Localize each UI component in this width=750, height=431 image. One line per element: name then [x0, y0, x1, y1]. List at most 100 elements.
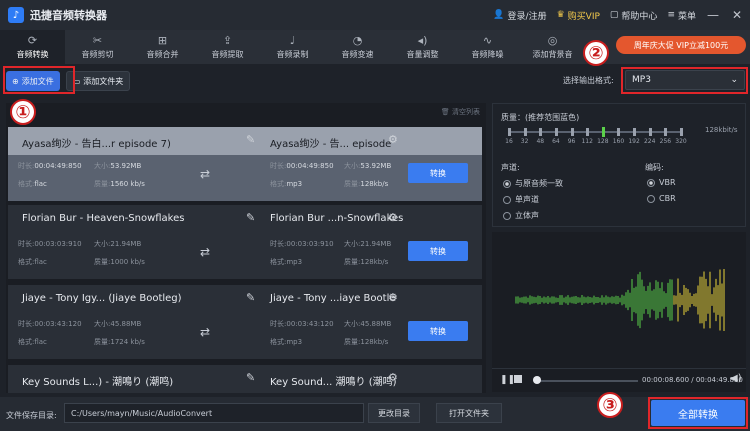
encoding-title: 编码: — [645, 163, 664, 172]
edit-icon[interactable]: ✎ — [246, 133, 255, 146]
refresh-icon: ⟳ — [27, 33, 38, 47]
list-item[interactable]: Ayasa绚沙 - 告白...r episode 7) ✎ Ayasa绚沙 - … — [8, 127, 482, 201]
open-folder-button[interactable]: 打开文件夹 — [436, 403, 502, 423]
bitrate-tick[interactable] — [523, 128, 527, 136]
bitrate-tick[interactable] — [664, 128, 668, 136]
bitrate-tick-label: 48 — [536, 138, 545, 145]
bitrate-tick[interactable] — [617, 128, 621, 136]
buy-vip-button[interactable]: ♛ 购买VIP — [557, 9, 600, 22]
source-quality: 质量:1000 kb/s — [94, 258, 145, 266]
stop-icon[interactable] — [514, 375, 522, 383]
source-size: 大小:21.94MB — [94, 240, 142, 248]
playback-progress-track[interactable] — [534, 380, 638, 382]
tab-volume-adjust[interactable]: ◂) 音量调整 — [390, 30, 455, 64]
change-directory-button[interactable]: 更改目录 — [368, 403, 420, 423]
pause-icon[interactable]: ❚❚ — [500, 375, 515, 385]
help-center-button[interactable]: ▢ 帮助中心 — [610, 9, 658, 22]
output-format: 格式:mp3 — [270, 258, 303, 266]
output-duration: 时长:00:04:49:850 — [270, 162, 334, 170]
output-size: 大小:53.92MB — [344, 162, 392, 170]
close-button[interactable]: ✕ — [730, 8, 744, 22]
radio-dot — [503, 179, 511, 188]
bitrate-tick-label: 224 — [643, 138, 656, 145]
tab-audio-speed[interactable]: ◔ 音频变速 — [325, 30, 390, 64]
tab-audio-cut[interactable]: ✂ 音频剪切 — [65, 30, 130, 64]
radio-dot — [647, 178, 655, 187]
playback-progress-handle[interactable] — [533, 376, 542, 384]
bitrate-tick[interactable] — [633, 128, 637, 136]
bitrate-tick[interactable] — [680, 128, 683, 136]
bitrate-tick-label: 64 — [552, 138, 560, 145]
save-directory-label: 文件保存目录: — [6, 411, 57, 420]
menu-button[interactable]: ≡ 菜单 — [667, 9, 696, 22]
bitrate-tick-label: 112 — [581, 138, 593, 145]
login-button[interactable]: 👤 登录/注册 — [493, 9, 546, 22]
chat-icon: ▢ — [609, 10, 619, 20]
vip-crown-icon: ♛ — [556, 10, 565, 20]
bitrate-tick[interactable] — [648, 128, 652, 136]
menu-icon: ≡ — [667, 10, 675, 20]
bitrate-slider[interactable] — [509, 131, 681, 133]
app-logo-icon: ♪ — [8, 7, 24, 23]
tab-audio-convert[interactable]: ⟳ 音频转换 — [0, 30, 65, 64]
tab-audio-extract[interactable]: ⇪ 音频提取 — [195, 30, 260, 64]
list-item[interactable]: Key Sounds L...) - 潮鳴り (潮鸣) ✎ Key Sound.… — [8, 365, 482, 393]
bitrate-tick-label: 16 — [505, 138, 513, 145]
gear-icon[interactable]: ⚙ — [388, 371, 398, 384]
output-quality: 质量:128kb/s — [344, 338, 389, 346]
gear-icon[interactable]: ⚙ — [388, 211, 398, 224]
tab-add-background-music[interactable]: ◎ 添加背景音 — [520, 30, 585, 64]
add-folder-button[interactable]: ▭ 添加文件夹 — [65, 71, 131, 91]
annotation-box-format — [621, 67, 748, 94]
tab-audio-merge[interactable]: ⊞ 音频合并 — [130, 30, 195, 64]
convert-button[interactable]: 转换 — [408, 163, 468, 183]
bitrate-tick[interactable] — [570, 128, 574, 136]
music-icon: ◎ — [547, 33, 558, 47]
bitrate-tick-label: 192 — [628, 138, 640, 145]
radio-encoding-cbr[interactable]: CBR — [647, 194, 676, 203]
bitrate-tick[interactable] — [586, 128, 590, 136]
denoise-icon: ∿ — [482, 33, 493, 47]
gear-icon[interactable]: ⚙ — [388, 133, 398, 146]
annotation-box-add-file — [3, 66, 75, 94]
output-size: 大小:45.88MB — [344, 320, 392, 328]
output-quality: 质量:128kb/s — [344, 258, 389, 266]
output-quality: 质量:128kb/s — [344, 180, 389, 188]
list-item[interactable]: Jiaye - Tony Igy... (Jiaye Bootleg) ✎ Ji… — [8, 285, 482, 359]
gear-icon[interactable]: ⚙ — [388, 291, 398, 304]
save-directory-input[interactable]: C:/Users/mayn/Music/AudioConvert — [64, 403, 364, 423]
convert-button[interactable]: 转换 — [408, 321, 468, 341]
minimize-button[interactable]: — — [706, 8, 720, 22]
tab-audio-denoise[interactable]: ∿ 音频降噪 — [455, 30, 520, 64]
bitrate-tick[interactable] — [554, 128, 558, 136]
source-size: 大小:53.92MB — [94, 162, 142, 170]
promo-banner[interactable]: 周年庆大促 VIP立减100元 — [616, 36, 746, 54]
convert-arrow-icon: ⇄ — [200, 167, 211, 181]
speed-icon: ◔ — [352, 33, 363, 47]
output-format: 格式:mp3 — [270, 180, 303, 188]
output-filename: Jiaye - Tony ...iaye Bootle — [270, 293, 396, 304]
clear-list-button[interactable]: 🗑 清空列表 — [441, 107, 480, 117]
extract-icon: ⇪ — [222, 33, 233, 47]
source-filename: Ayasa绚沙 - 告白...r episode 7) — [22, 139, 171, 150]
radio-encoding-vbr[interactable]: VBR — [647, 178, 676, 187]
speaker-icon[interactable]: ◀) — [730, 373, 742, 384]
convert-button[interactable]: 转换 — [408, 241, 468, 261]
source-format: 格式:flac — [18, 258, 47, 266]
bitrate-tick[interactable] — [601, 127, 605, 137]
bitrate-tick[interactable] — [508, 128, 511, 136]
bitrate-tick-label: 256 — [659, 138, 672, 145]
source-filename: Key Sounds L...) - 潮鳴り (潮鸣) — [22, 377, 174, 388]
list-item[interactable]: Florian Bur - Heaven-Snowflakes ✎ Floria… — [8, 205, 482, 279]
edit-icon[interactable]: ✎ — [246, 211, 255, 224]
quality-title: 质量：(推荐范围蓝色) — [501, 113, 580, 122]
edit-icon[interactable]: ✎ — [246, 291, 255, 304]
radio-channel-stereo[interactable]: 立体声 — [503, 210, 539, 221]
bitrate-tick[interactable] — [539, 128, 543, 136]
output-size: 大小:21.94MB — [344, 240, 392, 248]
edit-icon[interactable]: ✎ — [246, 371, 255, 384]
radio-channel-original[interactable]: 与原音频一致 — [503, 178, 563, 189]
radio-channel-mono[interactable]: 单声道 — [503, 194, 539, 205]
playback-time: 00:00:08.600 / 00:04:49.850 — [642, 376, 743, 384]
tab-audio-record[interactable]: ♩ 音频录制 — [260, 30, 325, 64]
